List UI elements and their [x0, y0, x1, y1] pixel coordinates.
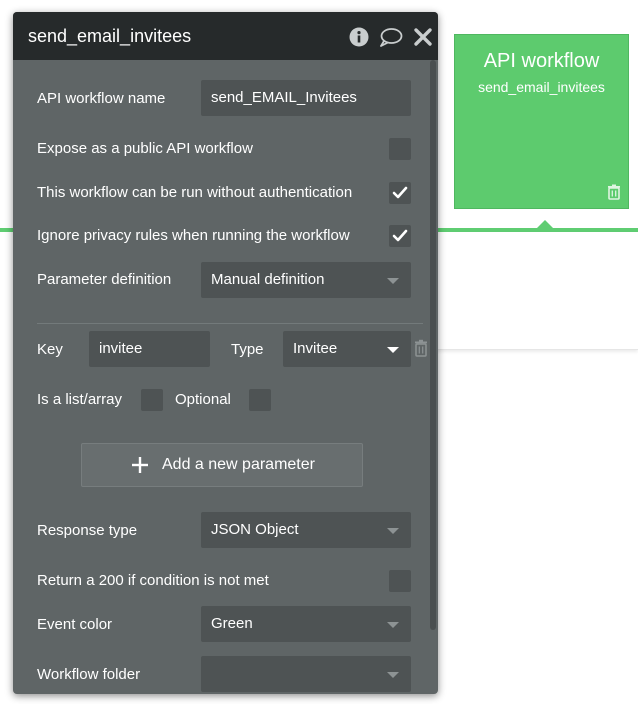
- param-definition-value: Manual definition: [211, 271, 325, 288]
- section-divider: [37, 323, 423, 324]
- no-auth-label: This workflow can be run without authent…: [37, 184, 353, 201]
- property-editor-panel: send_email_invitees API workflow name se…: [13, 12, 438, 694]
- no-auth-checkbox[interactable]: [389, 182, 411, 204]
- chevron-down-icon: [387, 622, 399, 628]
- param-type-label: Type: [231, 341, 264, 358]
- add-parameter-button[interactable]: Add a new parameter: [81, 443, 363, 487]
- trash-icon[interactable]: [606, 184, 622, 200]
- response-type-label: Response type: [37, 522, 138, 539]
- event-color-label: Event color: [37, 616, 113, 633]
- info-icon[interactable]: [349, 27, 369, 47]
- return-200-checkbox[interactable]: [389, 570, 411, 592]
- comment-icon[interactable]: [379, 27, 403, 47]
- panel-header: send_email_invitees: [13, 12, 438, 60]
- chevron-down-icon: [387, 672, 399, 678]
- plus-icon: [132, 457, 148, 473]
- add-parameter-label: Add a new parameter: [162, 456, 315, 473]
- workflow-folder-label: Workflow folder: [37, 666, 141, 683]
- ignore-privacy-label: Ignore privacy rules when running the wo…: [37, 227, 350, 244]
- workflow-folder-dropdown[interactable]: [201, 656, 411, 692]
- expose-public-label: Expose as a public API workflow: [37, 140, 253, 157]
- is-list-label: Is a list/array: [37, 391, 123, 408]
- chevron-down-icon: [387, 528, 399, 534]
- workflow-card-pointer: [536, 220, 554, 229]
- response-type-dropdown[interactable]: JSON Object: [201, 512, 411, 548]
- chevron-down-icon: [387, 278, 399, 284]
- checkmark-icon: [392, 229, 408, 242]
- event-color-dropdown[interactable]: Green: [201, 606, 411, 642]
- param-type-dropdown[interactable]: Invitee: [283, 331, 411, 367]
- param-type-value: Invitee: [293, 340, 338, 357]
- param-key-label: Key: [37, 341, 63, 358]
- optional-checkbox[interactable]: [249, 389, 271, 411]
- event-color-value: Green: [211, 615, 253, 632]
- canvas-event-row: [430, 232, 638, 350]
- ignore-privacy-checkbox[interactable]: [389, 225, 411, 247]
- workflow-name-input[interactable]: send_EMAIL_Invitees: [201, 80, 411, 116]
- return-200-label: Return a 200 if condition is not met: [37, 572, 269, 589]
- param-definition-label: Parameter definition: [37, 271, 172, 288]
- expose-public-checkbox[interactable]: [389, 138, 411, 160]
- checkmark-icon: [392, 186, 408, 199]
- api-workflow-card-name: send_email_invitees: [478, 79, 605, 95]
- trash-icon[interactable]: [413, 339, 429, 357]
- optional-label: Optional: [175, 391, 231, 408]
- chevron-down-icon: [387, 347, 399, 353]
- api-workflow-card[interactable]: API workflow send_email_invitees: [454, 34, 629, 209]
- api-workflow-card-title: API workflow: [483, 50, 600, 72]
- response-type-value: JSON Object: [211, 521, 299, 538]
- param-key-input[interactable]: invitee: [89, 331, 210, 367]
- panel-title: send_email_invitees: [28, 26, 192, 46]
- close-icon[interactable]: [413, 27, 433, 47]
- workflow-name-label: API workflow name: [37, 90, 166, 107]
- panel-scrollbar[interactable]: [430, 60, 436, 630]
- is-list-checkbox[interactable]: [141, 389, 163, 411]
- param-definition-dropdown[interactable]: Manual definition: [201, 262, 411, 298]
